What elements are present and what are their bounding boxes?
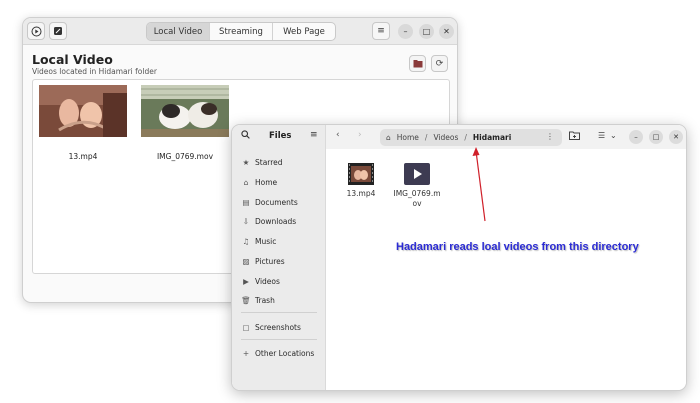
annotation-text: Hadamari reads loal videos from this dir…: [396, 241, 639, 253]
annotation-arrow: [472, 147, 486, 222]
